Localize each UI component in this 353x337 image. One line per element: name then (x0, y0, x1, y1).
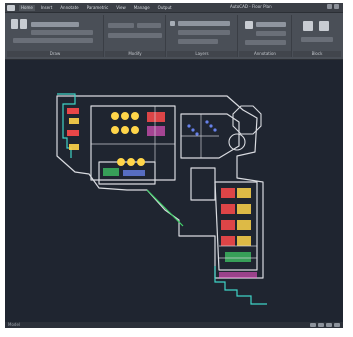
floor-plan-drawing[interactable] (5, 60, 343, 322)
fixtures-left (67, 108, 79, 150)
ribbon-panel-label-draw: Draw (7, 51, 103, 57)
tab-home[interactable]: Home (19, 4, 35, 11)
app-window: Home Insert Annotate Parametric View Man… (5, 3, 343, 328)
ribbon-panel-block: Block (293, 15, 341, 57)
ribbon-panel-draw: Draw (7, 15, 104, 57)
layer-row-2[interactable] (178, 30, 230, 35)
fixtures-top (111, 112, 165, 136)
drawing-viewport[interactable] (5, 60, 343, 322)
tab-output[interactable]: Output (156, 5, 174, 11)
insert-block-icon[interactable] (303, 21, 313, 31)
annotation-row-2[interactable] (256, 31, 286, 36)
status-icons (310, 323, 340, 327)
ribbon-panel-layers: Layers (167, 15, 238, 57)
layer-dropdown[interactable] (178, 21, 230, 26)
modify-row-1[interactable] (108, 23, 134, 28)
tab-manage[interactable]: Manage (132, 5, 152, 11)
fixtures-middle (103, 158, 145, 176)
minimize-icon[interactable] (327, 4, 332, 9)
ribbon: Draw Modify Layers Annotation Block (5, 13, 343, 60)
text-tool-icon[interactable] (245, 21, 253, 29)
layer-state-icon[interactable] (170, 21, 175, 26)
tab-annotate[interactable]: Annotate (58, 5, 80, 11)
blue-markers (187, 120, 217, 136)
ribbon-panel-modify: Modify (105, 15, 166, 57)
tab-parametric[interactable]: Parametric (85, 5, 111, 11)
status-left-text: Model (8, 322, 21, 327)
grid-icon[interactable] (318, 323, 324, 327)
modify-row-2[interactable] (137, 23, 161, 28)
layer-row-3[interactable] (178, 39, 218, 44)
draw-row-1[interactable] (31, 22, 79, 27)
snap-icon[interactable] (310, 323, 316, 327)
annotation-row-1[interactable] (256, 22, 286, 27)
title-bar: Home Insert Annotate Parametric View Man… (5, 3, 343, 13)
green-diagonal-line (146, 189, 184, 227)
polyline-tool-icon[interactable] (20, 19, 27, 29)
ribbon-panel-label-annotation: Annotation (239, 51, 291, 57)
tab-view[interactable]: View (114, 5, 128, 11)
annotation-row-3[interactable] (245, 40, 286, 45)
right-stair-wall (214, 266, 267, 305)
ortho-icon[interactable] (326, 323, 332, 327)
fixtures-right (219, 188, 257, 278)
window-title: AutoCAD - Floor Plan (230, 4, 272, 9)
settings-icon[interactable] (334, 323, 340, 327)
ribbon-panel-annotation: Annotation (239, 15, 292, 57)
floor-plan-walls (56, 95, 264, 279)
modify-row-3[interactable] (108, 33, 162, 38)
app-logo-icon[interactable] (7, 4, 15, 11)
draw-row-3[interactable] (13, 38, 93, 43)
line-tool-icon[interactable] (11, 19, 18, 29)
ribbon-panel-label-block: Block (293, 51, 341, 57)
status-bar: Model (5, 322, 343, 328)
create-block-icon[interactable] (319, 21, 329, 31)
block-row-1[interactable] (301, 37, 333, 42)
ribbon-panel-label-layers: Layers (167, 51, 237, 57)
close-icon[interactable] (334, 4, 339, 9)
draw-row-2[interactable] (31, 30, 93, 35)
ribbon-panel-label-modify: Modify (105, 51, 165, 57)
tab-insert[interactable]: Insert (39, 5, 54, 11)
